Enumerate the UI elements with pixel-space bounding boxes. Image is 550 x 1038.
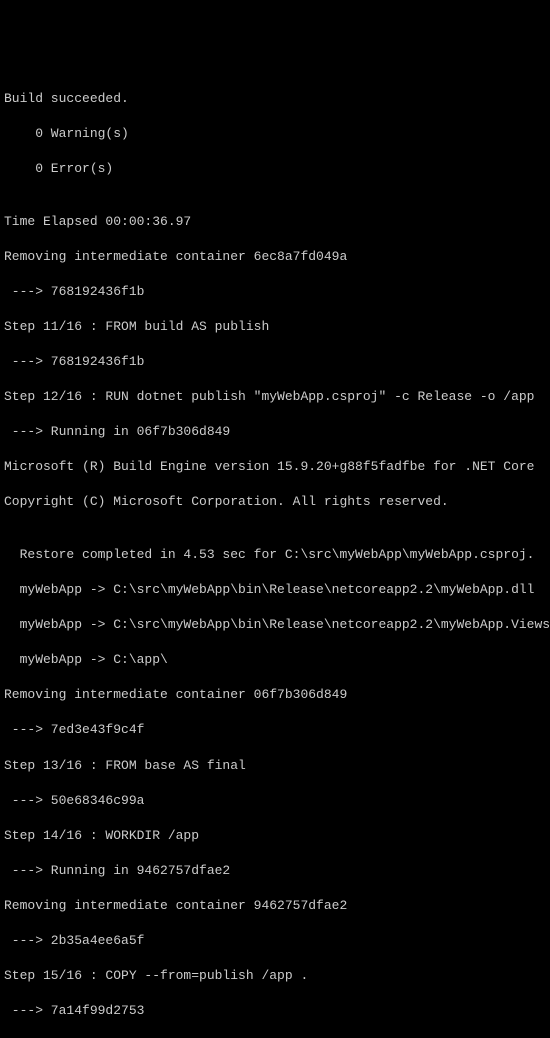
output-line: myWebApp -> C:\src\myWebApp\bin\Release\… <box>4 581 546 599</box>
output-line: Restore completed in 4.53 sec for C:\src… <box>4 546 546 564</box>
output-line: ---> 7ed3e43f9c4f <box>4 721 546 739</box>
output-line: Time Elapsed 00:00:36.97 <box>4 213 546 231</box>
output-line: ---> 50e68346c99a <box>4 792 546 810</box>
output-line: ---> 7a14f99d2753 <box>4 1002 546 1020</box>
output-line: Removing intermediate container 06f7b306… <box>4 686 546 704</box>
output-line: Copyright (C) Microsoft Corporation. All… <box>4 493 546 511</box>
output-line: Step 11/16 : FROM build AS publish <box>4 318 546 336</box>
output-line: ---> 2b35a4ee6a5f <box>4 932 546 950</box>
output-line: Step 15/16 : COPY --from=publish /app . <box>4 967 546 985</box>
output-line: Removing intermediate container 6ec8a7fd… <box>4 248 546 266</box>
output-line: Microsoft (R) Build Engine version 15.9.… <box>4 458 546 476</box>
output-line: ---> 768192436f1b <box>4 283 546 301</box>
output-line: Step 16/16 : ENTRYPOINT ["dotnet", "myWe… <box>4 1037 546 1038</box>
output-line: 0 Warning(s) <box>4 125 546 143</box>
output-line: myWebApp -> C:\src\myWebApp\bin\Release\… <box>4 616 546 634</box>
output-line: myWebApp -> C:\app\ <box>4 651 546 669</box>
output-line: Build succeeded. <box>4 90 546 108</box>
output-line: ---> Running in 06f7b306d849 <box>4 423 546 441</box>
output-line: Step 12/16 : RUN dotnet publish "myWebAp… <box>4 388 546 406</box>
output-line: Removing intermediate container 9462757d… <box>4 897 546 915</box>
output-line: ---> Running in 9462757dfae2 <box>4 862 546 880</box>
terminal-output: Build succeeded. 0 Warning(s) 0 Error(s)… <box>4 72 546 1038</box>
output-line: Step 13/16 : FROM base AS final <box>4 757 546 775</box>
output-line: ---> 768192436f1b <box>4 353 546 371</box>
output-line: Step 14/16 : WORKDIR /app <box>4 827 546 845</box>
output-line: 0 Error(s) <box>4 160 546 178</box>
